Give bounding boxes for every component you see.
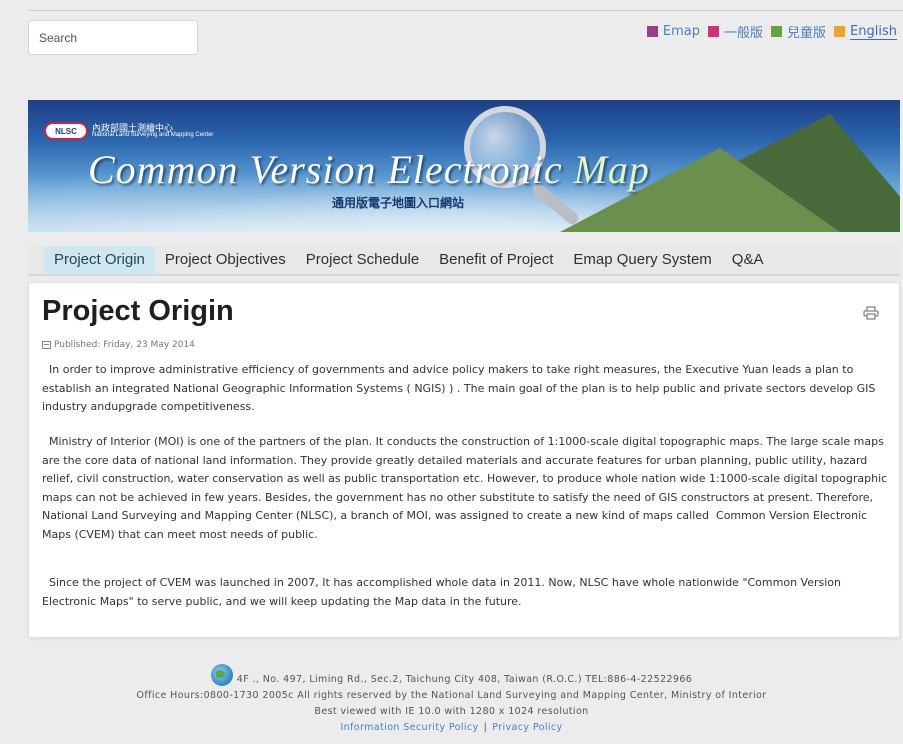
print-icon[interactable] — [863, 306, 879, 320]
square-icon — [771, 26, 783, 37]
banner-title-map: Map — [573, 147, 650, 192]
lang-link-english[interactable]: English — [834, 24, 897, 40]
lang-label: English — [850, 23, 897, 40]
square-icon — [646, 26, 658, 37]
footer-separator: | — [483, 722, 488, 733]
nav-item-project-origin[interactable]: Project Origin — [44, 246, 155, 274]
site-footer: 4F ., No. 497, Liming Rd., Sec.2, Taichu… — [0, 664, 903, 736]
globe-icon — [210, 664, 233, 686]
top-divider — [28, 10, 903, 11]
nlsc-logo: NLSC — [44, 122, 88, 140]
nav-item-benefit-of-project[interactable]: Benefit of Project — [429, 246, 563, 274]
site-banner[interactable]: NLSC 內政部國土測繪中心 National Land Surveying a… — [28, 100, 900, 232]
published-text: Published: Friday, 23 May 2014 — [54, 340, 195, 350]
lang-link-kids[interactable]: 兒童版 — [771, 22, 826, 41]
nav-item-project-objectives[interactable]: Project Objectives — [155, 246, 296, 274]
security-policy-link[interactable]: Information Security Policy — [340, 722, 478, 733]
footer-links: Information Security Policy | Privacy Poli… — [0, 720, 903, 736]
lang-link-general[interactable]: 一般版 — [708, 22, 763, 41]
footer-address: 4F ., No. 497, Liming Rd., Sec.2, Taichu… — [236, 674, 693, 685]
footer-hours: Office Hours:0800-1730 2005c All rights … — [136, 690, 767, 701]
lang-label: 一般版 — [724, 26, 764, 41]
article-panel: Project Origin Published: Friday, 23 May… — [28, 282, 900, 638]
article-paragraph: Since the project of CVEM was launched i… — [42, 576, 845, 608]
lang-label: Emap — [662, 24, 701, 39]
footer-address-line: 4F ., No. 497, Liming Rd., Sec.2, Taichu… — [0, 664, 903, 688]
nav-item-emap-query-system[interactable]: Emap Query System — [563, 246, 721, 274]
lang-label: 兒童版 — [787, 26, 827, 41]
article-paragraph: Ministry of Interior (MOI) is one of the… — [42, 435, 891, 541]
lang-link-emap[interactable]: Emap — [646, 24, 701, 39]
square-icon — [708, 26, 720, 37]
privacy-policy-link[interactable]: Privacy Policy — [492, 722, 562, 733]
main-nav: Project Origin Project Objectives Projec… — [28, 246, 900, 276]
footer-best-viewed: Best viewed with IE 10.0 with 1280 x 102… — [314, 706, 589, 717]
nav-item-qa[interactable]: Q&A — [722, 246, 774, 274]
language-switcher: Emap 一般版 兒童版 English — [639, 22, 897, 41]
nav-item-project-schedule[interactable]: Project Schedule — [296, 246, 429, 274]
article-paragraph: In order to improve administrative effic… — [42, 363, 879, 413]
banner-subtitle: 通用版電子地圖入口網站 — [332, 196, 465, 210]
banner-title: Common Version Electronic Map — [88, 146, 650, 193]
square-icon — [834, 26, 846, 37]
search-input[interactable] — [28, 20, 198, 55]
calendar-icon — [42, 341, 51, 349]
org-name-en: National Land Surveying and Mapping Cent… — [92, 132, 214, 138]
published-date: Published: Friday, 23 May 2014 — [42, 340, 195, 350]
banner-title-main: Common Version Electronic — [88, 147, 563, 192]
page-title: Project Origin — [42, 295, 234, 327]
